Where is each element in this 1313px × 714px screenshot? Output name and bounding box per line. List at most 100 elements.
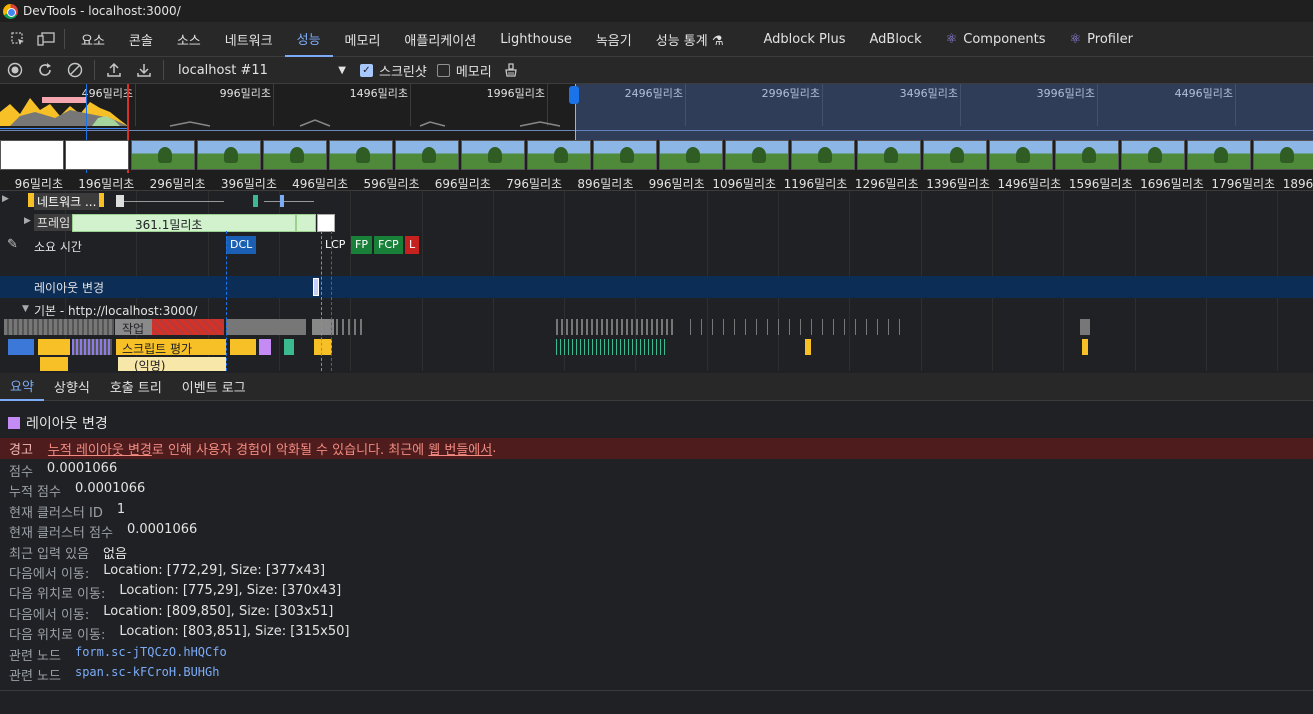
tab-9[interactable]: 성능 통계 ⚗: [644, 22, 736, 57]
summary-row-value: Location: [809,850], Size: [303x51]: [103, 603, 334, 619]
screenshot-thumbnail[interactable]: [725, 140, 789, 170]
frame-bar[interactable]: [296, 214, 316, 232]
expand-main-thread-icon[interactable]: ▼: [22, 304, 29, 314]
tab-3[interactable]: 네트워크: [213, 22, 285, 57]
timeline-overview[interactable]: 496밀리초 996밀리초 1496밀리초 1996밀리초 2496밀리초 2996밀리초…: [0, 84, 1313, 173]
screenshot-thumbnail[interactable]: [131, 140, 195, 170]
screenshot-thumbnail[interactable]: [461, 140, 525, 170]
tab-2[interactable]: 소스: [165, 22, 213, 57]
script-block[interactable]: [38, 339, 70, 355]
network-track-label[interactable]: 네트워크 ...: [34, 193, 100, 210]
screenshot-thumbnail[interactable]: [857, 140, 921, 170]
screenshot-thumbnail[interactable]: [263, 140, 327, 170]
recording-select-value: localhost #11: [178, 62, 268, 78]
task-block[interactable]: [226, 319, 306, 335]
overview-selection-window[interactable]: [575, 84, 1313, 140]
upload-profile-icon[interactable]: [99, 57, 129, 84]
chrome-logo-icon: [3, 3, 18, 19]
frames-track-label[interactable]: 프레임: [34, 214, 74, 231]
script-block[interactable]: [314, 339, 332, 355]
layout-shift-row[interactable]: 레이아웃 변경: [0, 276, 1313, 298]
tab-7[interactable]: Lighthouse: [488, 22, 584, 57]
task-row[interactable]: 작업: [0, 319, 1313, 337]
fcp-marker[interactable]: FCP: [374, 236, 403, 254]
tab-label: 소스: [176, 33, 201, 49]
frame-bar[interactable]: [317, 214, 335, 232]
tab-0[interactable]: 요소: [69, 22, 117, 57]
related-node-row: 관련 노드 span.sc-kFCroH.BUHGh: [9, 665, 219, 684]
detail-tab-2[interactable]: 호출 트리: [100, 373, 172, 401]
device-toolbar-icon[interactable]: [32, 25, 60, 53]
screenshot-thumbnail[interactable]: [0, 140, 64, 170]
selection-handle[interactable]: [569, 86, 579, 104]
screenshot-thumbnail[interactable]: [65, 140, 129, 170]
summary-row-key: 다음에서 이동:: [9, 607, 90, 623]
download-profile-icon[interactable]: [129, 57, 159, 84]
detail-tab-1[interactable]: 상향식: [44, 373, 100, 401]
screenshot-thumbnail[interactable]: [791, 140, 855, 170]
summary-row-value: 0.0001066: [46, 461, 118, 476]
web-vitals-link[interactable]: 웹 번들에서: [428, 439, 492, 458]
tab-8[interactable]: 녹음기: [584, 22, 644, 57]
recording-select[interactable]: localhost #11 ▼: [174, 60, 350, 80]
memory-checkbox[interactable]: 메모리: [436, 61, 492, 80]
screenshot-thumbnail[interactable]: [197, 140, 261, 170]
window-title-bar: DevTools - localhost:3000/: [0, 0, 1313, 22]
tab-label: Components: [963, 31, 1046, 47]
dcl-marker[interactable]: DCL: [226, 236, 257, 254]
screenshot-thumbnail[interactable]: [1187, 140, 1251, 170]
record-button[interactable]: [0, 57, 30, 84]
lcp-marker[interactable]: LCP: [321, 236, 350, 254]
clear-button[interactable]: [60, 57, 90, 84]
summary-title: 레이아웃 변경: [8, 413, 108, 433]
tab-1[interactable]: 콘솔: [117, 22, 165, 57]
screenshot-thumbnail[interactable]: [1121, 140, 1185, 170]
tab-4[interactable]: 성능: [284, 22, 333, 57]
related-node-link[interactable]: form.sc-jTQCzO.hHQCfo: [75, 645, 227, 664]
summary-row-key: 점수: [9, 465, 33, 480]
tab-6[interactable]: 애플리케이션: [392, 22, 488, 57]
screenshot-thumbnail[interactable]: [1055, 140, 1119, 170]
expand-network-icon[interactable]: ▶: [2, 194, 9, 204]
network-request-bar[interactable]: [253, 195, 258, 207]
cls-link[interactable]: 누적 레이아웃 변경: [48, 439, 152, 458]
load-marker[interactable]: L: [405, 236, 420, 254]
paint-block[interactable]: [284, 339, 294, 355]
fp-marker[interactable]: FP: [351, 236, 372, 254]
task-block[interactable]: [4, 319, 114, 335]
network-request-bar[interactable]: [280, 195, 284, 207]
timeline-tracks[interactable]: ▶ 네트워크 ... ▶ 프레임 361.1밀리초 ✎ 소요 시간 DCL LC…: [0, 191, 1313, 371]
screenshot-thumbnail[interactable]: [1253, 140, 1313, 170]
tab-12[interactable]: ⚛ Components: [934, 22, 1058, 57]
screenshot-thumbnail[interactable]: [329, 140, 393, 170]
screenshot-thumbnail[interactable]: [527, 140, 591, 170]
tab-13[interactable]: ⚛ Profiler: [1058, 22, 1145, 57]
screenshot-thumbnail[interactable]: [923, 140, 987, 170]
summary-row-value: 0.0001066: [74, 481, 146, 497]
detail-tab-3[interactable]: 이벤트 로그: [172, 373, 256, 401]
screenshot-thumbnail[interactable]: [989, 140, 1053, 170]
detail-tab-0[interactable]: 요약: [0, 373, 44, 401]
function-call-block[interactable]: [8, 339, 34, 355]
tab-11[interactable]: AdBlock: [858, 22, 934, 57]
layout-shift-event[interactable]: [313, 278, 319, 296]
screenshot-checkbox[interactable]: ✓ 스크린샷: [360, 61, 427, 80]
related-node-link[interactable]: span.sc-kFCroH.BUHGh: [75, 665, 220, 684]
fcp-line: [321, 231, 322, 371]
inspect-element-icon[interactable]: [4, 25, 32, 53]
network-request-bar[interactable]: [116, 195, 124, 207]
tab-5[interactable]: 메모리: [333, 22, 393, 57]
reload-record-button[interactable]: [30, 57, 60, 84]
call-block[interactable]: [40, 357, 68, 371]
task-ticks: [1080, 319, 1090, 335]
screenshot-thumbnail[interactable]: [659, 140, 723, 170]
edit-pencil-icon[interactable]: ✎: [7, 237, 18, 252]
summary-row-key: 현재 클러스터 점수: [9, 526, 113, 542]
script-block[interactable]: [230, 339, 256, 355]
garbage-collect-icon[interactable]: [496, 57, 526, 84]
screenshot-thumbnail[interactable]: [593, 140, 657, 170]
expand-frames-icon[interactable]: ▶: [24, 216, 31, 226]
tab-10[interactable]: Adblock Plus: [752, 22, 858, 57]
render-block[interactable]: [259, 339, 271, 355]
screenshot-thumbnail[interactable]: [395, 140, 459, 170]
